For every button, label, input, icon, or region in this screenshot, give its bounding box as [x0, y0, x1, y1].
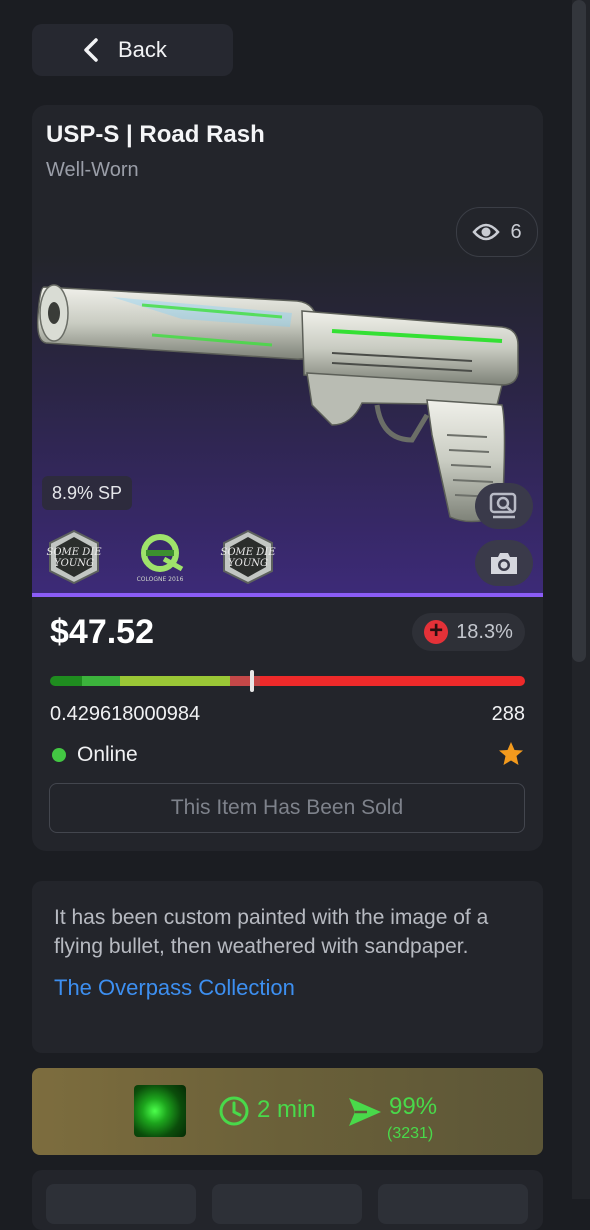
- screenshot-button[interactable]: [475, 540, 533, 586]
- sold-status-button[interactable]: This Item Has Been Sold: [49, 783, 525, 833]
- description-card: It has been custom painted with the imag…: [32, 881, 543, 1053]
- svg-text:SOME DIE: SOME DIE: [220, 547, 276, 558]
- views-badge: 6: [456, 207, 538, 257]
- svg-text:COLOGNE 2016: COLOGNE 2016: [137, 576, 184, 583]
- delivery-time: 2 min: [257, 1096, 316, 1123]
- item-wear: Well-Worn: [46, 159, 139, 181]
- float-percent-badge: 8.9% SP: [42, 476, 133, 510]
- trade-count: (3231): [387, 1125, 434, 1142]
- inspect-button[interactable]: [475, 483, 533, 529]
- item-card: USP-S | Road Rash Well-Worn 6 8.9% SP SO…: [32, 105, 543, 851]
- back-label: Back: [118, 37, 167, 62]
- actions-card: [32, 1170, 543, 1230]
- seller-avatar[interactable]: [134, 1085, 186, 1137]
- svg-text:SOME DIE: SOME DIE: [46, 547, 102, 558]
- seller-info-bar: 2 min 99% (3231): [32, 1068, 543, 1155]
- accent-divider: [32, 593, 543, 597]
- plus-icon: +: [424, 619, 449, 644]
- views-count: 6: [510, 220, 522, 243]
- send-icon: [349, 1098, 381, 1126]
- svg-text:YOUNG: YOUNG: [228, 558, 268, 569]
- svg-text:YOUNG: YOUNG: [54, 558, 94, 569]
- item-price: $47.52: [50, 613, 154, 651]
- float-marker: [250, 670, 254, 692]
- online-status-label: Online: [77, 743, 138, 766]
- chevron-left-icon: [84, 38, 98, 62]
- float-wear-bar: [50, 676, 525, 686]
- price-change-value: 18.3%: [456, 620, 513, 643]
- action-tab-3[interactable]: [378, 1184, 528, 1224]
- item-description: It has been custom painted with the imag…: [54, 906, 489, 958]
- back-button[interactable]: Back: [32, 24, 233, 76]
- eye-icon: [472, 223, 501, 241]
- clock-icon: [219, 1096, 249, 1126]
- pattern-index: 288: [491, 703, 525, 725]
- item-title: USP-S | Road Rash: [46, 121, 265, 148]
- action-tab-2[interactable]: [212, 1184, 362, 1224]
- collection-link[interactable]: The Overpass Collection: [54, 975, 521, 1001]
- action-tab-1[interactable]: [46, 1184, 196, 1224]
- sticker-optic-gaming-icon: COLOGNE 2016: [137, 534, 184, 583]
- sticker-some-die-young-2-icon: SOME DIE YOUNG: [220, 529, 276, 585]
- scrollbar-thumb[interactable]: [572, 0, 586, 662]
- sticker-some-die-young-1-icon: SOME DIE YOUNG: [46, 529, 102, 585]
- inspect-icon: [489, 492, 517, 519]
- scrollbar-track[interactable]: [572, 0, 590, 1199]
- price-change-badge: + 18.3%: [412, 613, 525, 651]
- online-status-dot: [52, 748, 66, 762]
- weapon-image: [36, 284, 519, 523]
- favorite-star-icon[interactable]: [498, 741, 524, 767]
- camera-icon: [491, 553, 517, 574]
- float-value: 0.429618000984: [50, 703, 201, 725]
- success-rate: 99%: [389, 1093, 438, 1120]
